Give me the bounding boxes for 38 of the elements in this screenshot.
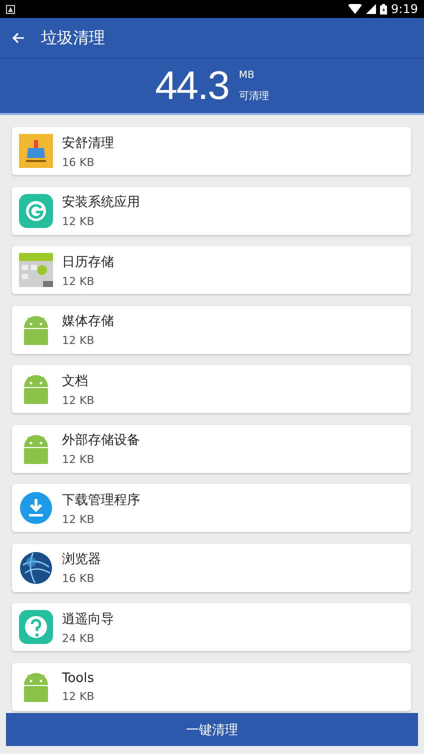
broom-icon bbox=[19, 134, 53, 168]
app-name: 下载管理程序 bbox=[62, 492, 140, 508]
signal-icon bbox=[366, 4, 376, 14]
clean-button[interactable]: 一键清理 bbox=[6, 713, 418, 746]
junk-size: 12 KB bbox=[62, 394, 94, 406]
clock: 9:19 bbox=[391, 2, 418, 16]
download-icon bbox=[19, 491, 53, 525]
junk-size: 16 KB bbox=[62, 156, 96, 168]
junk-size: 12 KB bbox=[62, 215, 96, 228]
app-name: 逍遥向导 bbox=[62, 610, 114, 628]
cleanable-label: 可清理 bbox=[238, 90, 269, 102]
app-name: 媒体存储 bbox=[62, 313, 114, 330]
back-button[interactable] bbox=[10, 30, 27, 46]
app-name: 安舒清理 bbox=[62, 134, 114, 152]
screen-title: 垃圾清理 bbox=[41, 28, 105, 48]
junk-amount: 44.3 bbox=[155, 66, 229, 106]
junk-size: 16 KB bbox=[62, 572, 96, 585]
junk-size: 12 KB bbox=[62, 274, 96, 288]
junk-size: 24 KB bbox=[62, 632, 96, 644]
calendar-icon bbox=[19, 253, 53, 287]
junk-size: 12 KB bbox=[62, 334, 96, 347]
app-name: 外部存储设备 bbox=[62, 432, 140, 449]
battery-icon bbox=[380, 4, 388, 14]
app-name: 浏览器 bbox=[62, 551, 101, 568]
globe-icon bbox=[19, 550, 53, 584]
notification-icon bbox=[6, 4, 15, 14]
app-name: 文档 bbox=[62, 372, 89, 390]
app-name: 日历存储 bbox=[62, 254, 114, 270]
app-name: Tools bbox=[62, 670, 94, 686]
junk-size: 12 KB bbox=[62, 690, 94, 702]
junk-size: 12 KB bbox=[62, 512, 96, 526]
help-icon bbox=[19, 610, 53, 644]
app-name: 安装系统应用 bbox=[62, 194, 140, 211]
back-icon bbox=[12, 32, 25, 44]
unit-label: MB bbox=[238, 70, 256, 80]
wifi-icon bbox=[348, 4, 362, 14]
junk-size: 12 KB bbox=[62, 453, 96, 466]
app-logo-icon bbox=[19, 194, 53, 228]
